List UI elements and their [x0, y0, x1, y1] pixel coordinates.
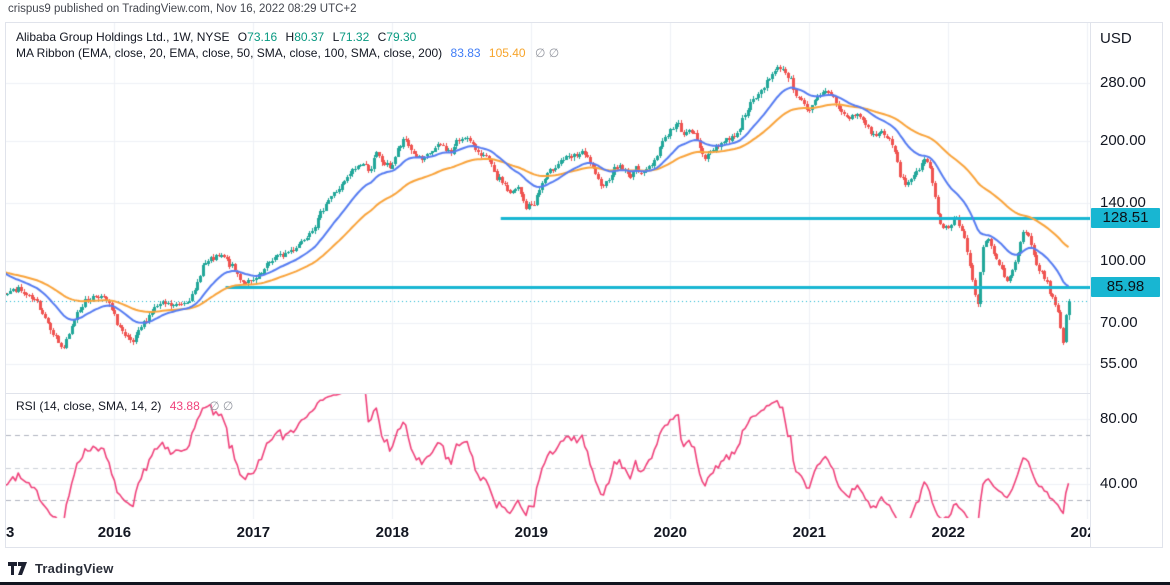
price-tick-label: 55.00: [1100, 355, 1138, 372]
tradingview-logo-icon[interactable]: [8, 562, 28, 576]
rsi-empty-values: ∅ ∅: [209, 399, 233, 413]
symbol-title[interactable]: Alibaba Group Holdings Ltd., 1W, NYSE: [16, 30, 229, 44]
year-tick-label: 2016: [98, 524, 131, 541]
rsi-value: 43.88: [170, 399, 200, 413]
time-axis[interactable]: 3 2016 2017 2018 2019 2020 2021 2022 2023: [6, 519, 1090, 547]
price-level-badge: 85.98: [1091, 277, 1160, 297]
year-tick-label: 3: [6, 524, 14, 541]
year-tick-label: 2021: [793, 524, 826, 541]
footer: TradingView: [8, 561, 114, 576]
price-axis[interactable]: USD 280.00200.00140.00100.0070.0055.0012…: [1091, 23, 1162, 547]
main-legend: Alibaba Group Holdings Ltd., 1W, NYSE O7…: [16, 30, 421, 44]
chart-frame: Alibaba Group Holdings Ltd., 1W, NYSE O7…: [5, 22, 1163, 548]
price-chart-canvas[interactable]: [6, 23, 1090, 519]
attribution-text: crispus9 published on TradingView.com, N…: [8, 3, 357, 15]
ema50-value: 105.40: [489, 46, 526, 60]
screenshot-root: crispus9 published on TradingView.com, N…: [0, 0, 1170, 585]
rsi-tick-label: 40.00: [1100, 475, 1138, 492]
price-tick-label: 70.00: [1100, 314, 1138, 331]
rsi-tick-label: 80.00: [1100, 410, 1138, 427]
year-tick-label: 2023: [1071, 524, 1090, 541]
price-tick-label: 280.00: [1100, 74, 1146, 91]
price-tick-label: 200.00: [1100, 132, 1146, 149]
rsi-title[interactable]: RSI (14, close, SMA, 14, 2): [16, 399, 161, 413]
year-tick-label: 2018: [376, 524, 409, 541]
price-level-badge: 128.51: [1091, 208, 1160, 228]
rsi-legend: RSI (14, close, SMA, 14, 2) 43.88 ∅ ∅: [16, 399, 233, 413]
open-value: O73.16: [238, 30, 277, 44]
close-value: C79.30: [378, 30, 417, 44]
tradingview-wordmark[interactable]: TradingView: [35, 561, 114, 576]
year-tick-label: 2022: [932, 524, 965, 541]
ma-ribbon-title[interactable]: MA Ribbon (EMA, close, 20, EMA, close, 5…: [16, 46, 442, 60]
year-tick-label: 2020: [654, 524, 687, 541]
currency-label: USD: [1100, 30, 1132, 47]
ma-empty-values: ∅ ∅: [535, 46, 559, 60]
price-tick-label: 100.00: [1100, 252, 1146, 269]
low-value: L71.32: [333, 30, 370, 44]
high-value: H80.37: [286, 30, 325, 44]
year-tick-label: 2019: [515, 524, 548, 541]
ema20-value: 83.83: [451, 46, 481, 60]
pane-divider[interactable]: [6, 393, 1162, 394]
ma-ribbon-legend: MA Ribbon (EMA, close, 20, EMA, close, 5…: [16, 46, 559, 60]
year-tick-label: 2017: [237, 524, 270, 541]
